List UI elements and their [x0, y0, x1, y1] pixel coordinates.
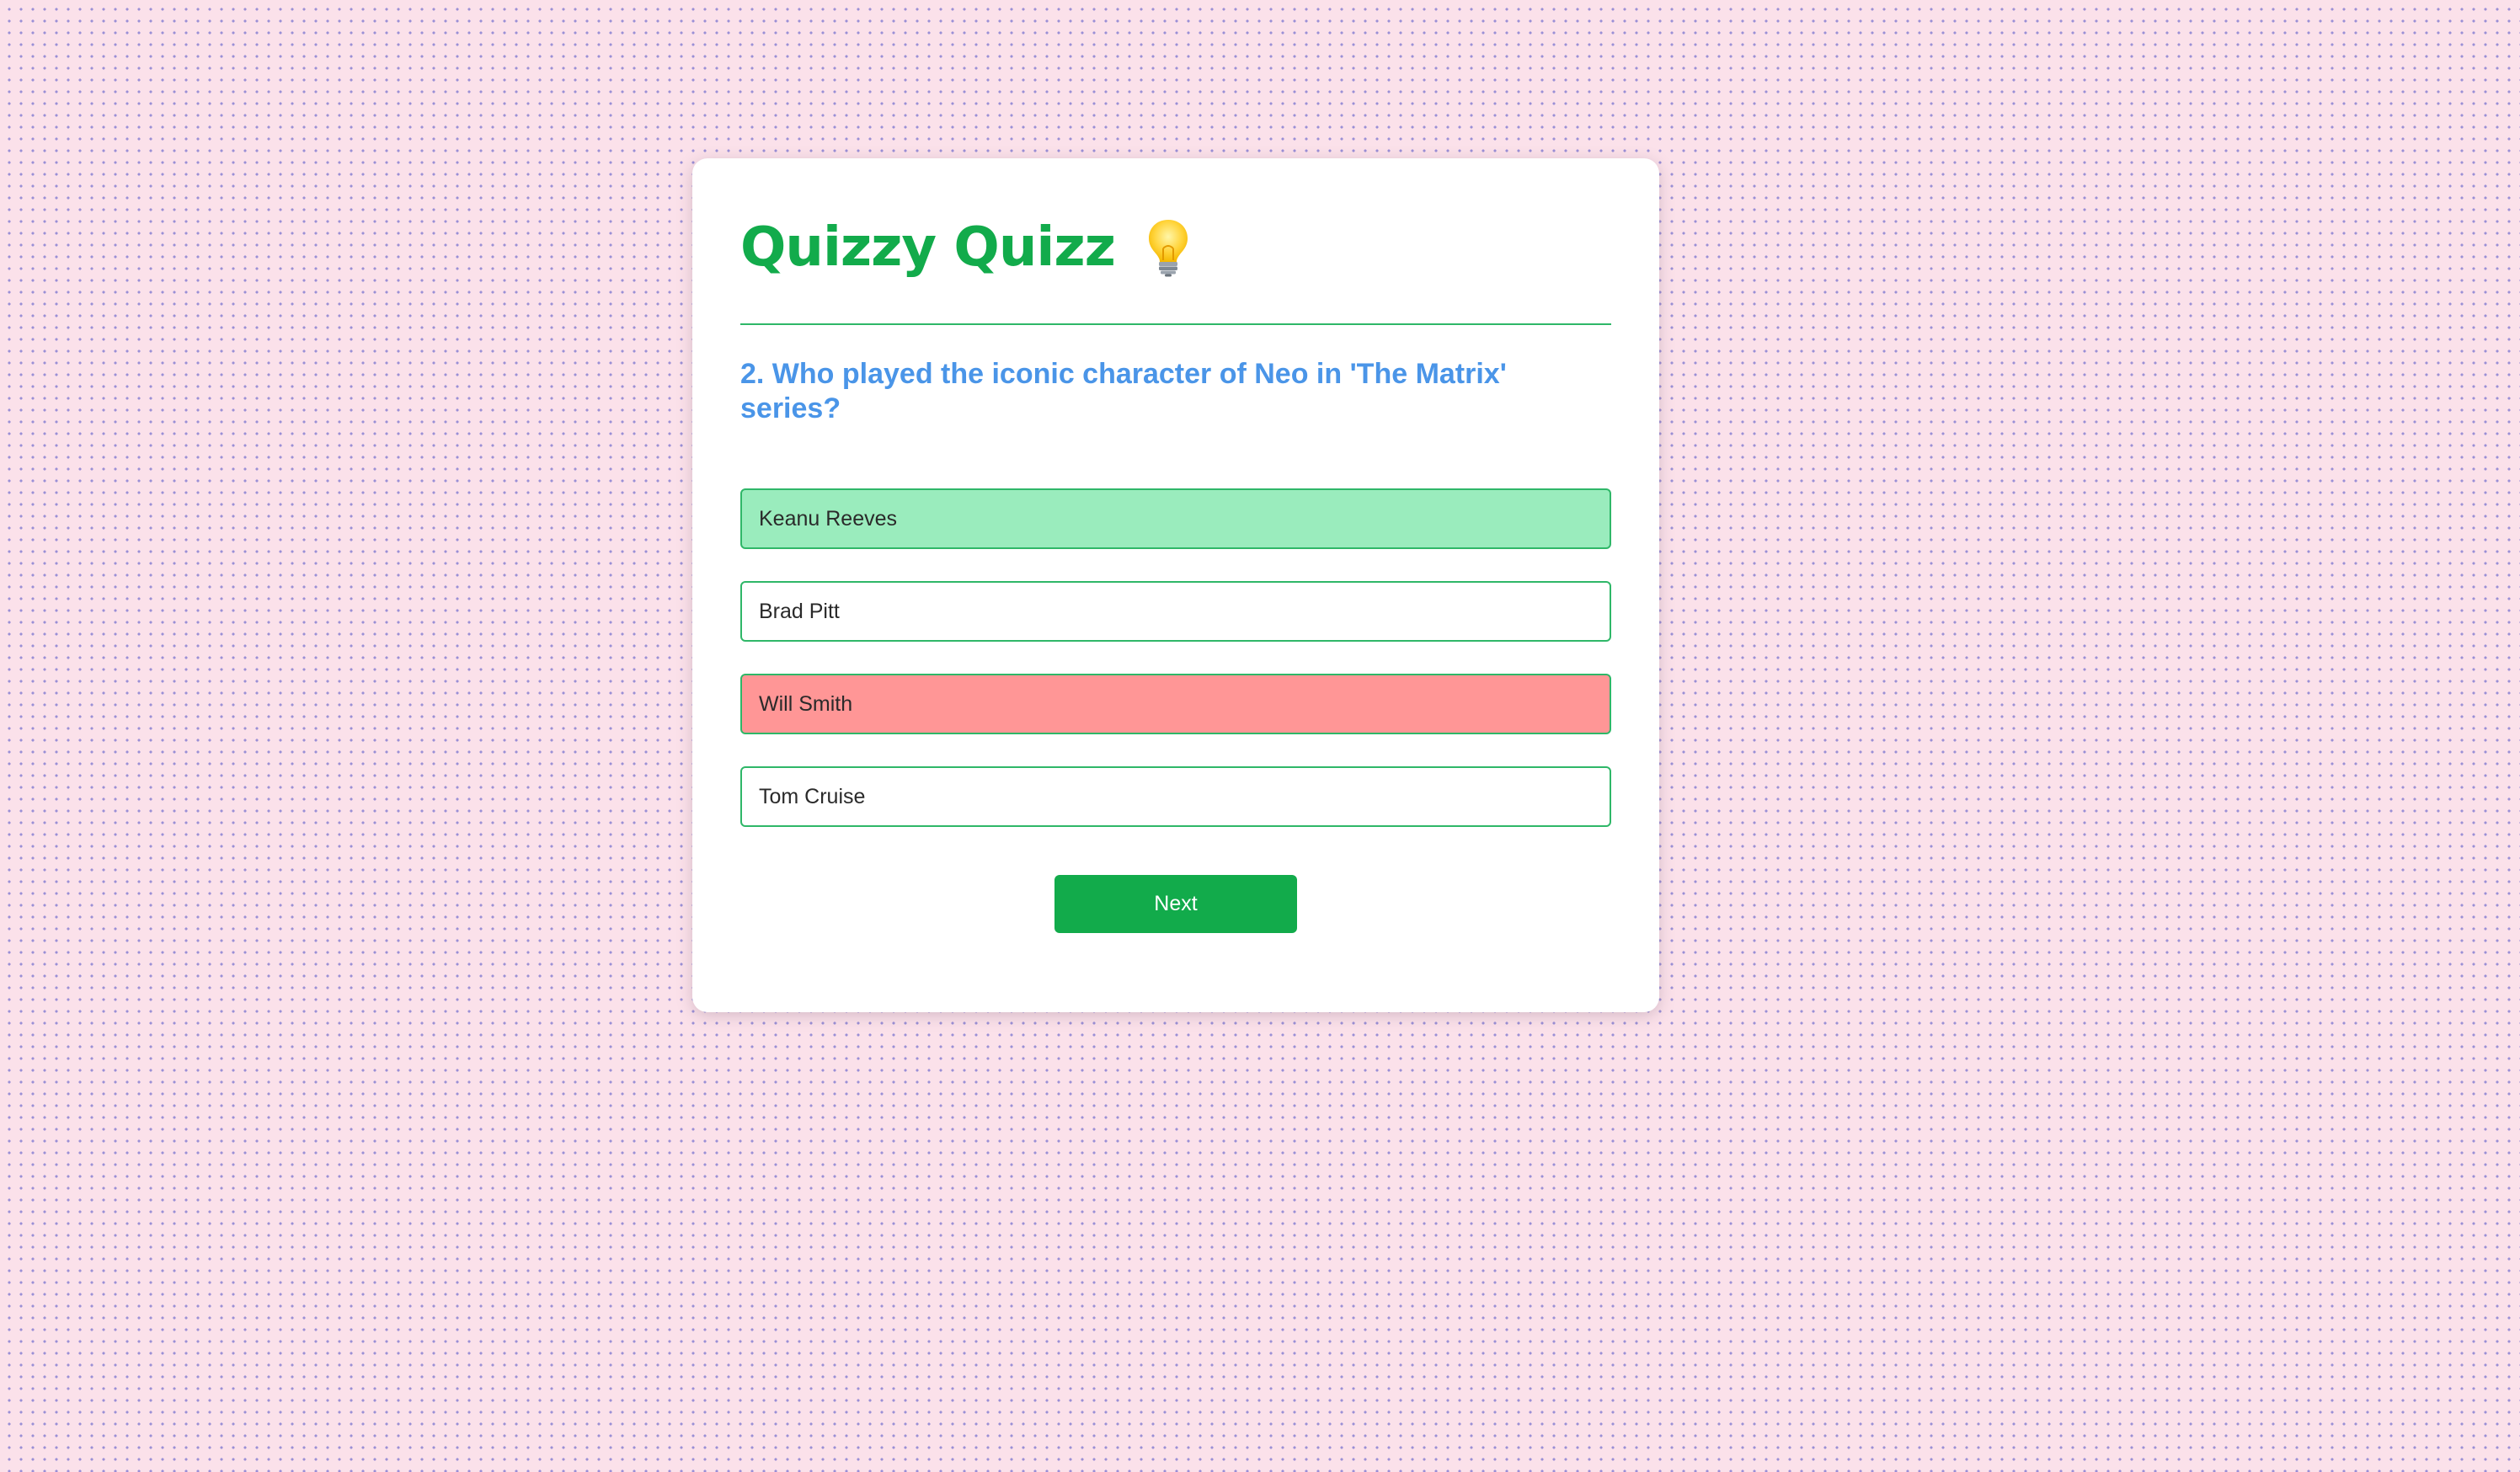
lightbulb-icon	[1148, 220, 1188, 277]
app-title: Quizzy Quizz	[740, 216, 1116, 279]
answer-options: Keanu Reeves Brad Pitt Will Smith Tom Cr…	[740, 488, 1611, 859]
answer-label: Will Smith	[759, 691, 853, 716]
answer-label: Brad Pitt	[759, 599, 840, 623]
header-divider	[740, 323, 1611, 325]
header: Quizzy Quizz	[740, 214, 1191, 281]
answer-label: Tom Cruise	[759, 784, 866, 808]
answer-option[interactable]: Tom Cruise	[740, 766, 1611, 827]
answer-option-correct[interactable]: Keanu Reeves	[740, 488, 1611, 549]
question-text: 2. Who played the iconic character of Ne…	[740, 358, 1507, 424]
answer-option-wrong[interactable]: Will Smith	[740, 674, 1611, 734]
answer-option[interactable]: Brad Pitt	[740, 581, 1611, 642]
answer-label: Keanu Reeves	[759, 506, 898, 531]
quiz-card: Quizzy Quizz 2. Who played the iconic ch…	[692, 158, 1659, 1012]
next-button[interactable]: Next	[1054, 875, 1297, 933]
